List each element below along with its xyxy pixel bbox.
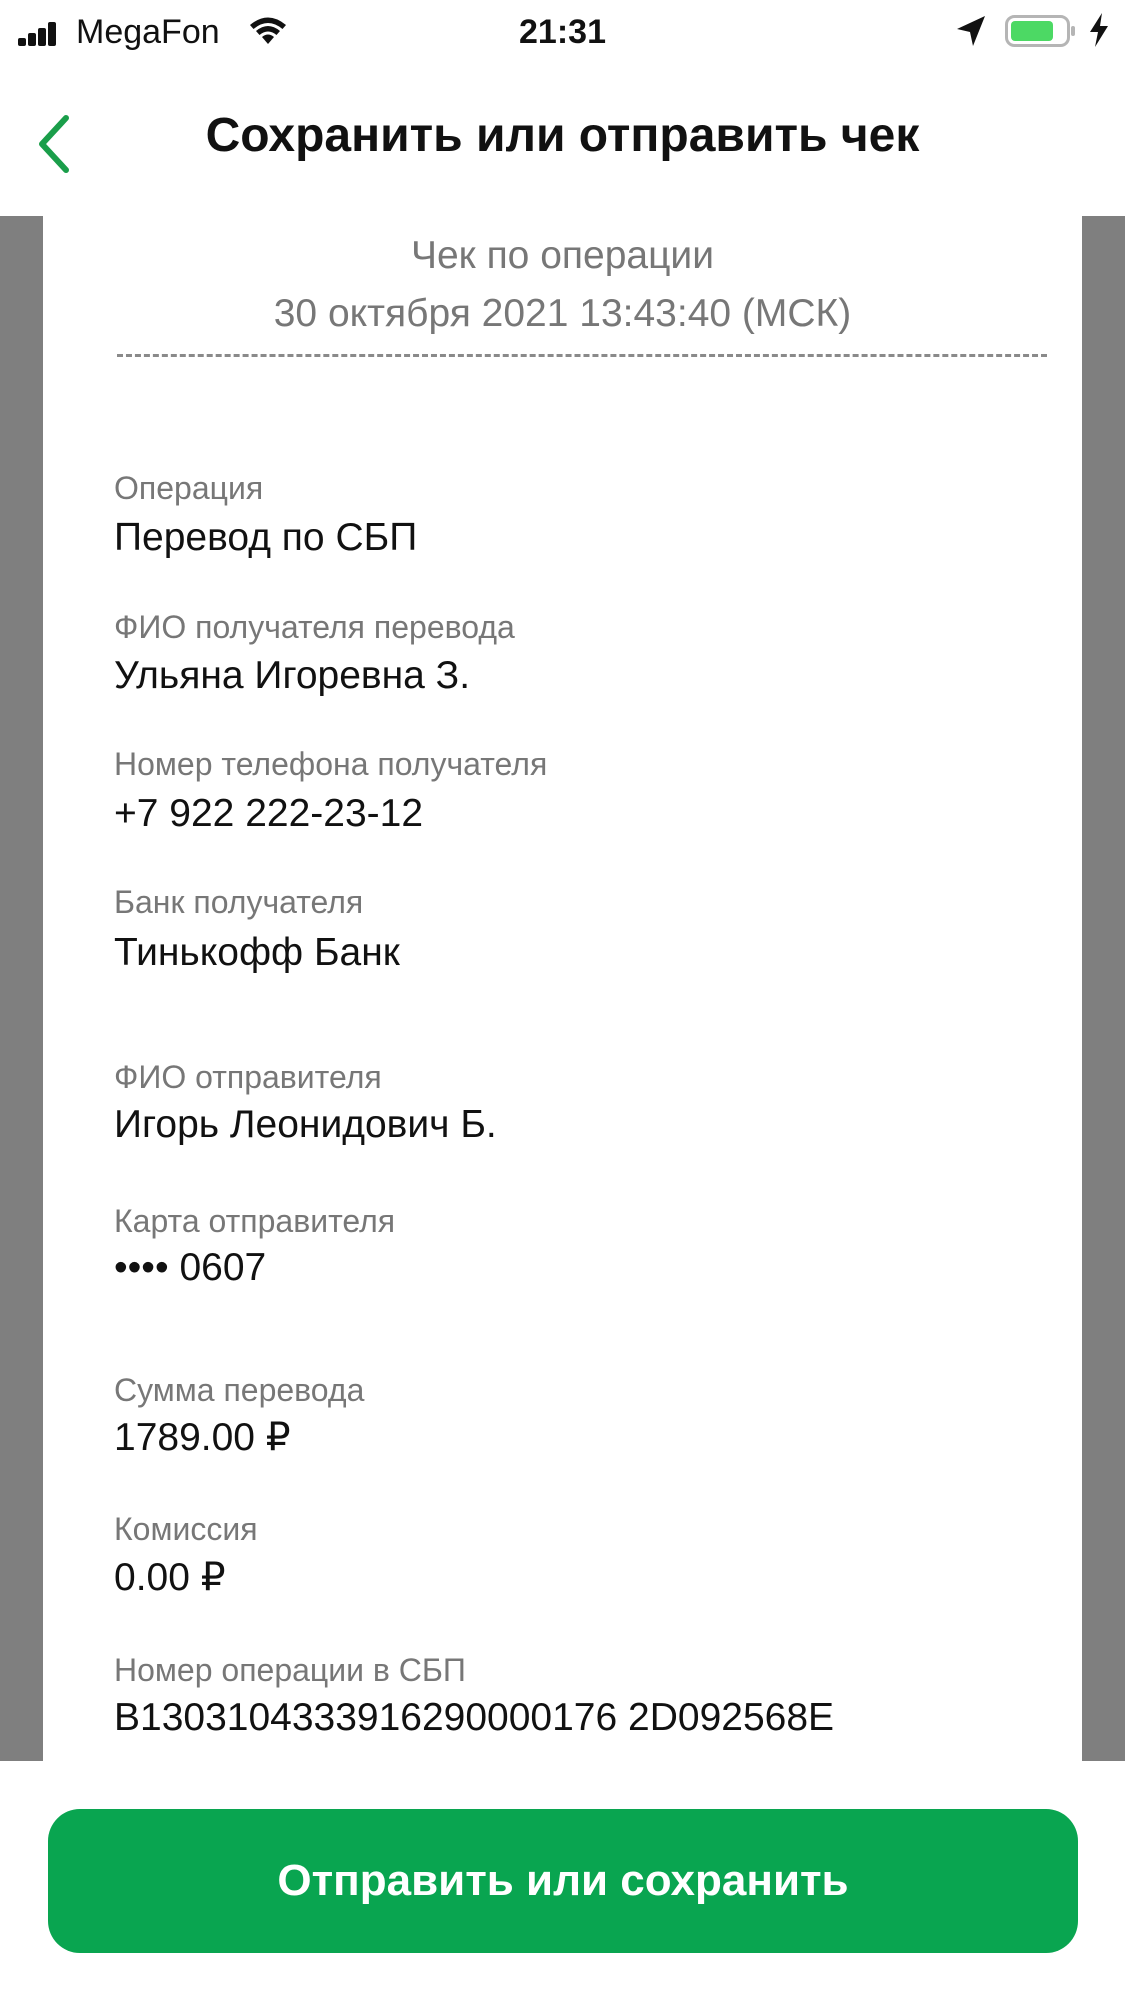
location-arrow-icon: [957, 16, 985, 46]
commission-label: Комиссия: [114, 1511, 258, 1547]
operation-label: Операция: [114, 470, 264, 506]
recipient-phone-label: Номер телефона получателя: [114, 746, 548, 782]
receipt-preview-area[interactable]: Чек по операции 30 октября 2021 13:43:40…: [0, 216, 1125, 1761]
chevron-left-icon: [39, 115, 69, 173]
navigation-bar: Сохранить или отправить чек: [0, 64, 1125, 216]
recipient-name-label: ФИО получателя перевода: [114, 609, 515, 645]
commission-value: 0.00 ₽: [114, 1556, 226, 1599]
recipient-bank-label: Банк получателя: [114, 884, 364, 920]
sender-card-label: Карта отправителя: [114, 1203, 396, 1239]
receipt-title: Чек по операции: [410, 234, 714, 277]
recipient-phone-value: +7 922 222-23-12: [114, 792, 424, 835]
recipient-bank-value: Тинькофф Банк: [114, 931, 400, 974]
transfer-amount-label: Сумма перевода: [114, 1372, 365, 1408]
charging-bolt-icon: [1090, 13, 1108, 47]
battery-icon: [1005, 15, 1075, 47]
sender-name-label: ФИО отправителя: [114, 1059, 382, 1095]
status-bar: MegaFon 21:31: [0, 0, 1125, 64]
page-title: Сохранить или отправить чек: [205, 109, 920, 162]
sender-card-value: •••• 0607: [114, 1246, 267, 1289]
send-or-save-button[interactable]: Отправить или сохранить: [48, 1809, 1078, 1953]
operation-value: Перевод по СБП: [114, 516, 418, 559]
receipt-datetime: 30 октября 2021 13:43:40 (МСК): [273, 292, 852, 335]
sbp-operation-number-label: Номер операции в СБП: [114, 1652, 466, 1688]
transfer-amount-value: 1789.00 ₽: [114, 1416, 291, 1459]
sender-name-value: Игорь Леонидович Б.: [114, 1103, 497, 1146]
sbp-operation-number-value: B1303104333916290000176 2D092568E: [114, 1696, 835, 1739]
bottom-action-area: Отправить или сохранить: [0, 1761, 1125, 2001]
back-button[interactable]: [24, 104, 84, 184]
recipient-name-value: Ульяна Игоревна З.: [114, 654, 471, 697]
receipt-divider: [117, 354, 1047, 357]
receipt-document: Чек по операции 30 октября 2021 13:43:40…: [43, 216, 1082, 1761]
